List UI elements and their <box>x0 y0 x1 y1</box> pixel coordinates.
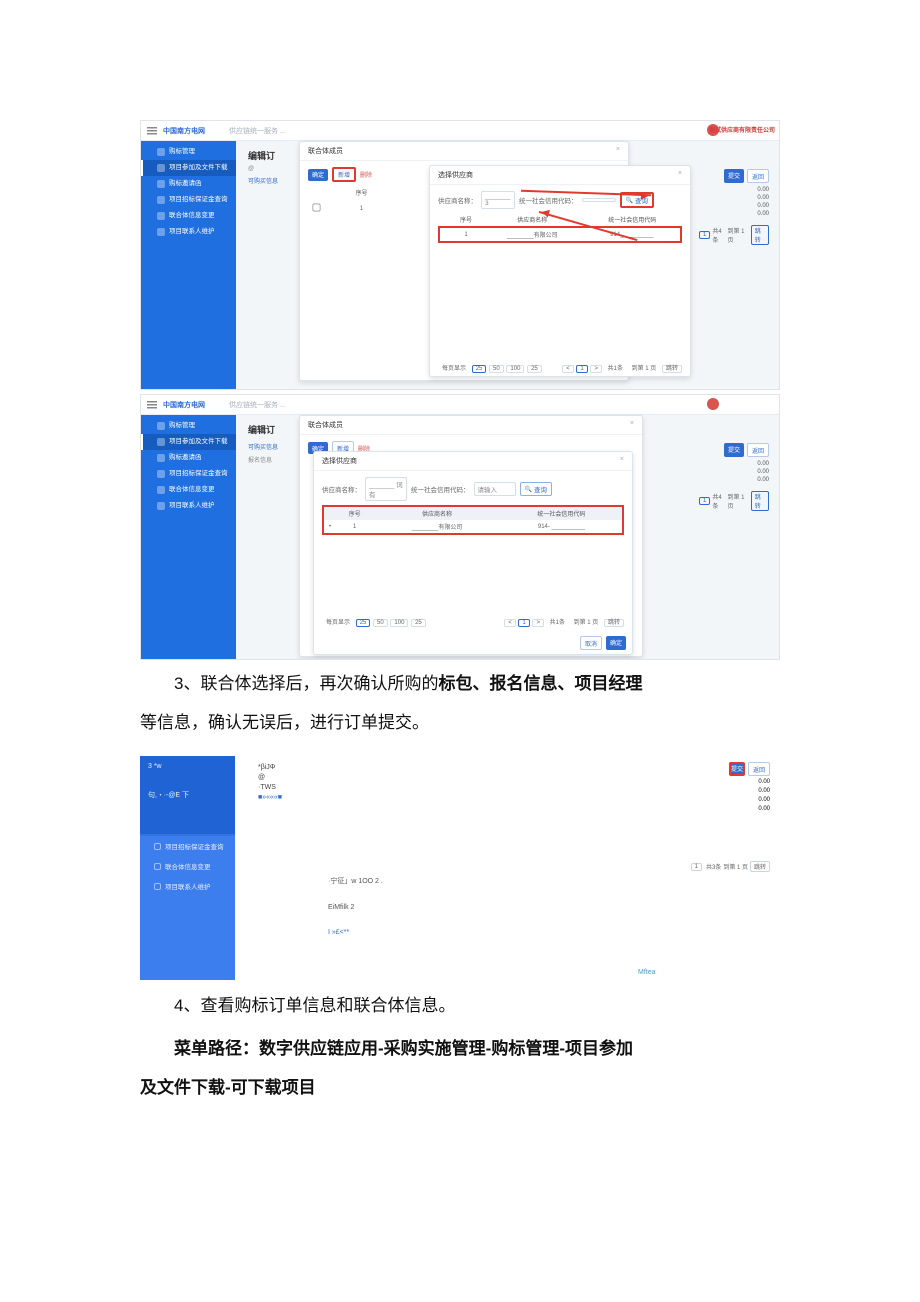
sidebar-item-consortium[interactable]: 联合体信息变更 <box>141 208 236 224</box>
credit-code-input[interactable] <box>582 198 616 202</box>
table-row[interactable]: 1________有限公司914__________ <box>439 227 681 242</box>
page-nav[interactable]: < 1 > 共1条 到第 1 页 跳转 <box>561 363 682 372</box>
coin-icon <box>157 196 165 204</box>
garbled-column-2: ·宁征」w 1OO 2 . EiMfilk 2 I »£<** <box>328 876 383 954</box>
current-user: 测试供应商有限责任公司 <box>709 125 775 134</box>
menu-path-line-1: 菜单路径：数字供应链应用-采购实施管理-购标管理-项目参加 <box>140 1029 780 1068</box>
screenshot-submit-order: 3 *w 句,・∙-@E 下 项目招标保证金查询 联合体信息变更 项目联系人维护… <box>140 756 780 980</box>
sidebar: 购标管理 项目参加及文件下载 购标邀请函 项目招标保证金查询 联合体信息变更 项… <box>141 415 236 659</box>
sidebar-item-deposit[interactable]: 项目招标保证金查询 <box>140 836 235 856</box>
screenshot-consortium-select-1: 中国南方电网 供应链统一服务 ... 测试供应商有限责任公司 购标管理 项目参加… <box>140 120 780 390</box>
credit-code-input[interactable]: 请输入 <box>474 482 516 496</box>
sidebar-item-consortium[interactable]: 联合体信息变更 <box>140 856 235 876</box>
step-3-text: 3、联合体选择后，再次确认所购的标包、报名信息、项目经理 <box>140 664 780 703</box>
sidebar-title: 购标管理 <box>141 418 236 434</box>
sidebar-item-deposit[interactable]: 项目招标保证金查询 <box>141 466 236 482</box>
sidebar-item-project-download[interactable]: 项目参加及文件下载 <box>141 160 236 176</box>
add-button[interactable]: 新增 <box>332 167 356 182</box>
right-panel: 提交 返回 0.00 0.00 0.00 0.00 1 共3条 到第 1 页 跳… <box>691 762 770 872</box>
file-icon <box>157 164 165 172</box>
amount-value: 0.00 <box>757 211 769 217</box>
hamburger-icon[interactable] <box>147 401 157 409</box>
pager: 每页显示 25 50 100 25 < 1 > 共1条 到第 1 页 跳转 <box>430 359 690 376</box>
mail-icon <box>157 180 165 188</box>
row-checkbox[interactable] <box>313 204 321 212</box>
jump-button[interactable]: 跳转 <box>662 365 682 373</box>
avatar-icon[interactable] <box>707 398 719 410</box>
dialog-title: 选择供应商 <box>438 170 473 180</box>
supplier-name-input[interactable]: _______ 3 <box>481 191 515 209</box>
back-button[interactable]: 返回 <box>748 762 770 776</box>
menu-path-line-2: 及文件下载-可下载项目 <box>140 1068 780 1107</box>
hamburger-icon[interactable] <box>147 127 157 135</box>
sidebar-item-deposit[interactable]: 项目招标保证金查询 <box>141 192 236 208</box>
brand-logo: 中国南方电网 <box>163 400 205 410</box>
query-button[interactable]: 🔍查询 <box>520 482 552 496</box>
dialog-footer: 取消 确定 <box>580 636 626 650</box>
group-icon <box>157 212 165 220</box>
folder-icon <box>157 148 165 156</box>
page-size[interactable]: 每页显示 25 50 100 25 <box>322 617 426 626</box>
topbar: 中国南方电网 供应链统一服务 ... <box>141 395 779 415</box>
close-icon[interactable]: × <box>678 170 682 180</box>
supplier-name-input[interactable]: _______ 词有 <box>365 477 407 501</box>
brand-logo: 中国南方电网 <box>163 126 205 136</box>
footer-link[interactable]: Mftea <box>638 969 656 976</box>
page-nav[interactable]: < 1 > 共1条 到第 1 页 跳转 <box>503 617 624 626</box>
select-supplier-dialog: 选择供应商× 供应商名称： _______ 词有 统一社会信用代码： 请输入 🔍… <box>313 451 633 655</box>
sidebar: 购标管理 项目参加及文件下载 购标邀请函 项目招标保证金查询 联合体信息变更 项… <box>141 141 236 389</box>
user-icon <box>157 228 165 236</box>
sidebar-item-consortium[interactable]: 联合体信息变更 <box>141 482 236 498</box>
sidebar-item-invite[interactable]: 购标邀请函 <box>141 450 236 466</box>
back-button[interactable]: 返回 <box>747 443 769 457</box>
sidebar-partial: 3 *w 句,・∙-@E 下 项目招标保证金查询 联合体信息变更 项目联系人维护 <box>140 756 235 980</box>
sidebar-item-invite[interactable]: 购标邀请函 <box>141 176 236 192</box>
screenshot-consortium-select-2: 中国南方电网 供应链统一服务 ... 购标管理 项目参加及文件下载 购标邀请函 … <box>140 394 780 660</box>
pager: 1 共3条 到第 1 页 跳转 <box>691 861 770 872</box>
step-4-text: 4、查看购标订单信息和联合体信息。 <box>140 986 780 1025</box>
sidebar-item-project-download[interactable]: 项目参加及文件下载 <box>141 434 236 450</box>
garbled-text: 句,・∙-@E 下 <box>148 791 227 802</box>
sidebar-item-contact[interactable]: 项目联系人维护 <box>141 224 236 240</box>
back-button[interactable]: 返回 <box>747 169 769 183</box>
supplier-table: 序号供应商名称统一社会信用代码 •1________有限公司914- _____… <box>324 507 622 533</box>
close-icon[interactable]: × <box>630 420 634 430</box>
ok-button[interactable]: 确定 <box>606 636 626 650</box>
submit-button[interactable]: 提交 <box>724 169 744 183</box>
right-panel: 提交 返回 0.00 0.00 0.00 1 共4条 到第 1 页 跳转 <box>699 443 769 511</box>
garbled-text: 3 *w <box>148 762 227 773</box>
submit-button[interactable]: 提交 <box>724 443 744 457</box>
amount-value: 0.00 <box>757 195 769 201</box>
topbar: 中国南方电网 供应链统一服务 ... 测试供应商有限责任公司 <box>141 121 779 141</box>
breadcrumb: 供应链统一服务 ... <box>229 126 286 136</box>
credit-code-label: 统一社会信用代码： <box>519 195 578 205</box>
search-icon: 🔍 <box>525 486 532 493</box>
search-icon: 🔍 <box>626 197 633 204</box>
cancel-button[interactable]: 取消 <box>580 636 602 650</box>
page-jump[interactable]: 跳转 <box>751 225 769 245</box>
close-icon[interactable]: × <box>620 456 624 466</box>
sidebar-item-contact[interactable]: 项目联系人维护 <box>141 498 236 514</box>
amount-value: 0.00 <box>757 187 769 193</box>
dialog-title: 联合体成员 <box>308 146 343 156</box>
delete-button[interactable]: 删除 <box>360 170 372 179</box>
close-icon[interactable]: × <box>616 146 620 156</box>
table-row[interactable]: •1________有限公司914- __________ <box>324 520 622 533</box>
page-size[interactable]: 每页显示 25 50 100 25 <box>438 363 542 372</box>
sidebar-item-contact[interactable]: 项目联系人维护 <box>140 876 235 896</box>
garbled-column: *βiJΦ @ ·TWS ■»«««■ <box>258 764 282 804</box>
right-panel: 提交 返回 0.00 0.00 0.00 0.00 1 共4条 到第 1 页 跳… <box>699 169 769 245</box>
amount-value: 0.00 <box>757 203 769 209</box>
breadcrumb: 供应链统一服务 ... <box>229 400 286 410</box>
submit-button[interactable]: 提交 <box>729 762 745 776</box>
sidebar-title: 购标管理 <box>141 144 236 160</box>
confirm-button[interactable]: 确定 <box>308 169 328 181</box>
supplier-name-label: 供应商名称： <box>438 195 477 205</box>
page-num[interactable]: 1 <box>699 231 710 239</box>
right-pager: 1 共4条 到第 1 页 跳转 <box>699 225 769 245</box>
step-3-text-tail: 等信息，确认无误后，进行订单提交。 <box>140 703 780 742</box>
